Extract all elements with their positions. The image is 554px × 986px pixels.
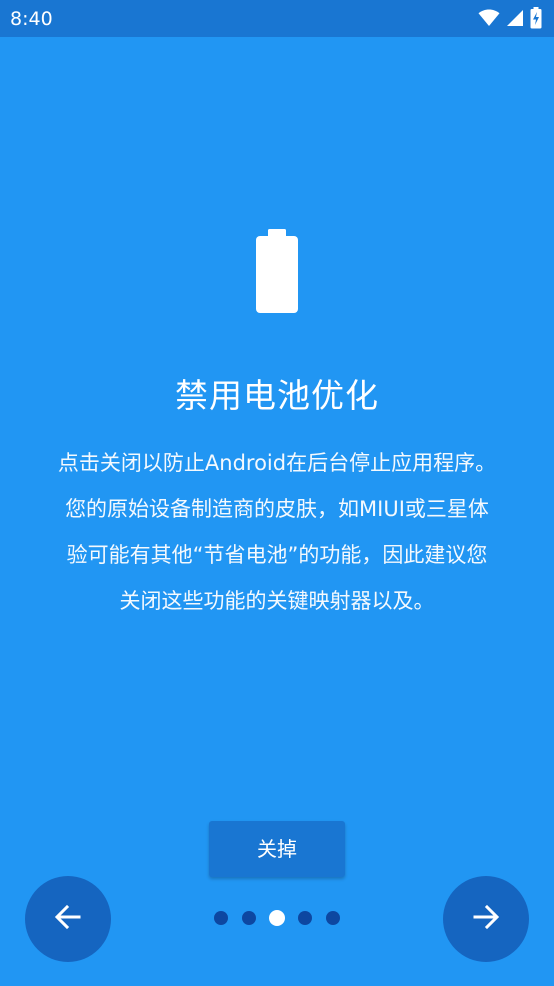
- page-dot-active: [269, 910, 285, 926]
- status-time: 8:40: [10, 8, 53, 30]
- battery-charging-icon: [530, 7, 542, 29]
- page-dot: [326, 911, 340, 925]
- description-line: 点击关闭以防止Android在后台停止应用程序。: [57, 451, 497, 475]
- page-dot: [298, 911, 312, 925]
- description-line: 关闭这些功能的关键映射器以及。: [119, 589, 435, 613]
- description: 点击关闭以防止Android在后台停止应用程序。 您的原始设备制造商的皮肤，如M…: [0, 443, 554, 627]
- description-line: 验可能有其他“节省电池”的功能，因此建议您: [66, 543, 488, 567]
- turn-off-button[interactable]: 关掉: [209, 821, 345, 877]
- wifi-icon: [478, 9, 500, 27]
- status-bar: 8:40: [0, 0, 554, 37]
- battery-icon: [256, 229, 298, 313]
- page-dot: [214, 911, 228, 925]
- page-title: 禁用电池优化: [175, 376, 379, 415]
- page-dot: [242, 911, 256, 925]
- status-icons: [478, 7, 542, 29]
- description-line: 您的原始设备制造商的皮肤，如MIUI或三星体: [65, 497, 489, 521]
- next-button[interactable]: [443, 876, 529, 962]
- arrow-right-icon: [471, 902, 501, 936]
- cell-signal-icon: [506, 9, 524, 27]
